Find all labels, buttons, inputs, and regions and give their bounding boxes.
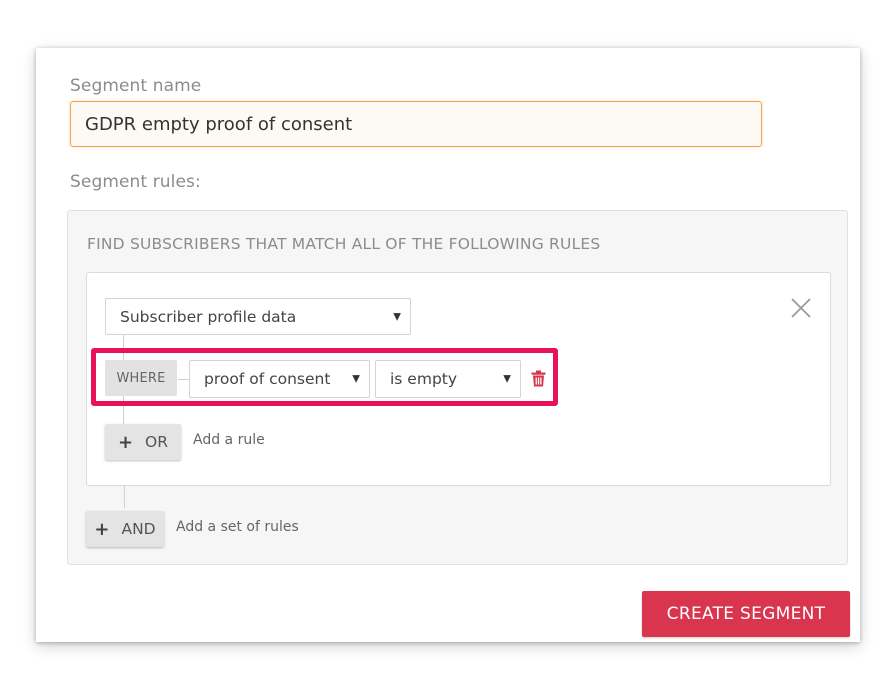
add-and-label: AND xyxy=(121,520,156,538)
plus-icon: + xyxy=(94,518,110,540)
create-segment-button[interactable]: CREATE SEGMENT xyxy=(642,591,850,637)
field-select-value: proof of consent xyxy=(204,370,331,388)
add-rule-hint: Add a rule xyxy=(193,432,265,448)
segment-rules-label: Segment rules: xyxy=(70,172,201,192)
operator-select[interactable]: is empty ▼ xyxy=(375,360,521,398)
where-tag: WHERE xyxy=(105,360,177,396)
and-connector-line xyxy=(124,486,125,508)
segment-rules-panel: FIND SUBSCRIBERS THAT MATCH ALL OF THE F… xyxy=(67,210,848,565)
add-rule-set-hint: Add a set of rules xyxy=(176,519,299,535)
segment-name-input[interactable] xyxy=(70,101,762,147)
operator-select-value: is empty xyxy=(390,370,458,388)
add-and-button[interactable]: + AND xyxy=(86,511,164,547)
field-select[interactable]: proof of consent ▼ xyxy=(189,360,370,398)
add-or-label: OR xyxy=(145,433,169,451)
chevron-down-icon: ▼ xyxy=(393,311,401,322)
close-icon[interactable] xyxy=(789,296,813,320)
create-segment-dialog: Segment name Segment rules: FIND SUBSCRI… xyxy=(36,48,860,642)
add-or-button[interactable]: + OR xyxy=(105,424,181,460)
segment-name-label: Segment name xyxy=(70,76,202,96)
rule-set: Subscriber profile data ▼ WHERE proof of… xyxy=(86,272,831,486)
rules-heading: FIND SUBSCRIBERS THAT MATCH ALL OF THE F… xyxy=(87,235,601,253)
source-select[interactable]: Subscriber profile data ▼ xyxy=(105,298,411,335)
trash-icon[interactable] xyxy=(531,370,546,387)
chevron-down-icon: ▼ xyxy=(503,373,511,385)
chevron-down-icon: ▼ xyxy=(352,373,360,385)
plus-icon: + xyxy=(117,431,134,453)
source-select-value: Subscriber profile data xyxy=(120,307,297,326)
